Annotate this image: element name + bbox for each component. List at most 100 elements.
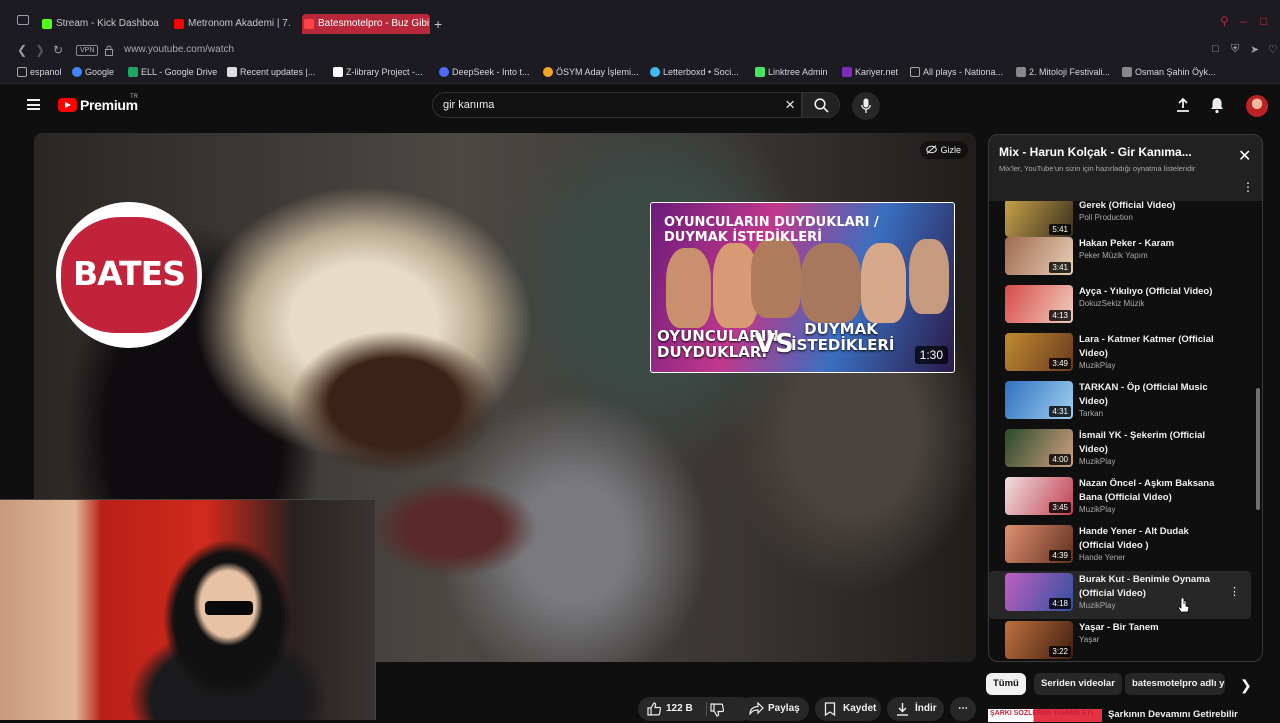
playlist-item[interactable]: 3:22 Yaşar - Bir Tanem Yaşar xyxy=(989,619,1251,661)
video-thumbnail[interactable]: 3:45 xyxy=(1005,477,1073,515)
forward-icon[interactable]: ❯ xyxy=(35,43,45,57)
maximize-button[interactable]: □ xyxy=(1260,14,1267,28)
playlist-item[interactable]: 4:18 Burak Kut - Benimle Oynama (Official… xyxy=(989,571,1251,619)
channel-name[interactable]: Poll Production xyxy=(1079,213,1133,222)
tab-batesmotelpro[interactable]: Batesmotelpro - Buz Gibi B xyxy=(302,14,430,34)
more-actions-button[interactable]: ⋯ xyxy=(950,697,976,721)
url-field[interactable]: www.youtube.com/watch xyxy=(124,44,234,55)
video-thumbnail[interactable]: 4:00 xyxy=(1005,429,1073,467)
video-title[interactable]: Ayça - Yıkılıyo (Official Video) xyxy=(1079,285,1224,299)
vpn-badge[interactable]: VPN xyxy=(76,45,99,56)
dislike-icon[interactable] xyxy=(710,703,724,717)
more-vert-icon[interactable]: ⋮ xyxy=(1229,585,1240,598)
send-icon[interactable]: ➤ xyxy=(1250,43,1259,56)
channel-name[interactable]: Tarkan xyxy=(1079,409,1103,418)
channel-name[interactable]: DokuzSekiz Müzik xyxy=(1079,299,1144,308)
bookmark-item[interactable]: Kariyer.net xyxy=(842,67,898,77)
bookmark-item[interactable]: ELL - Google Drive xyxy=(128,67,217,77)
channel-name[interactable]: Hande Yener xyxy=(1079,553,1125,562)
hide-button[interactable]: Gizle xyxy=(920,141,968,159)
sidebar-toggle-icon[interactable] xyxy=(17,15,29,25)
playlist-scrollbar[interactable] xyxy=(1256,388,1260,510)
lock-icon[interactable] xyxy=(105,45,113,56)
video-title[interactable]: Hande Yener - Alt Dudak (Official Video … xyxy=(1079,525,1224,553)
playlist-item[interactable]: 4:13 Ayça - Yıkılıyo (Official Video) Doku… xyxy=(989,283,1251,331)
upload-icon[interactable] xyxy=(1175,97,1191,113)
channel-watermark-logo[interactable]: BATES xyxy=(56,202,202,348)
tab-kick[interactable]: Stream - Kick Dashboa xyxy=(40,14,160,34)
channel-name[interactable]: MuzikPlay xyxy=(1079,457,1115,466)
video-title[interactable]: Lara - Katmer Katmer (Official Video) xyxy=(1079,333,1224,361)
search-input[interactable]: gir kanıma × xyxy=(432,92,802,118)
channel-name[interactable]: MuzikPlay xyxy=(1079,601,1115,610)
video-thumbnail[interactable]: 4:31 xyxy=(1005,381,1073,419)
bookmark-item[interactable]: Google xyxy=(72,67,114,77)
tab-metronom[interactable]: Metronom Akademi | 7. B xyxy=(172,14,292,34)
video-title[interactable]: Nazan Öncel - Aşkım Baksana Bana (Offici… xyxy=(1079,477,1224,505)
reload-icon[interactable]: ↻ xyxy=(53,43,63,57)
back-icon[interactable]: ❮ xyxy=(17,43,27,57)
clear-search-icon[interactable]: × xyxy=(785,95,795,115)
bookmark-item[interactable]: Recent updates |... xyxy=(227,67,315,77)
video-thumbnail[interactable]: 5:41 xyxy=(1005,201,1073,237)
video-thumbnail[interactable]: 4:39 xyxy=(1005,525,1073,563)
close-icon[interactable]: ✕ xyxy=(1238,149,1251,165)
playlist-item[interactable]: 4:00 İsmail YK - Şekerim (Official Video)… xyxy=(989,427,1251,475)
youtube-logo-icon[interactable] xyxy=(58,98,77,112)
notifications-icon[interactable] xyxy=(1209,96,1225,114)
playlist-item[interactable]: 3:45 Nazan Öncel - Aşkım Baksana Bana (Of… xyxy=(989,475,1251,523)
playlist-title[interactable]: Mix - Harun Kolçak - Gir Kanıma... xyxy=(999,145,1192,159)
share-button[interactable]: Paylaş xyxy=(740,697,809,721)
bookmark-item[interactable]: 2. Mitoloji Festivali... xyxy=(1016,67,1110,77)
heart-icon[interactable]: ♡ xyxy=(1268,43,1278,56)
search-tabs-icon[interactable]: ⚲ xyxy=(1220,14,1229,28)
video-title[interactable]: Hakan Peker - Karam xyxy=(1079,237,1224,251)
channel-name[interactable]: Peker Müzik Yapım xyxy=(1079,251,1148,260)
endscreen-video-card[interactable]: OYUNCULARIN DUYDUKLARI / DUYMAK İSTEDİKL… xyxy=(650,202,955,373)
video-title[interactable]: İsmail YK - Şekerim (Official Video) xyxy=(1079,429,1224,457)
playlist-item[interactable]: 3:49 Lara - Katmer Katmer (Official Video… xyxy=(989,331,1251,379)
playlist-item[interactable]: 4:31 TARKAN - Öp (Official Music Video) Ta… xyxy=(989,379,1251,427)
video-thumbnail[interactable]: 3:41 xyxy=(1005,237,1073,275)
search-icon xyxy=(814,98,829,113)
playlist-item[interactable]: 3:41 Hakan Peker - Karam Peker Müzik Yapım xyxy=(989,235,1251,283)
video-title[interactable]: Gerek (Official Video) xyxy=(1079,201,1224,213)
video-title[interactable]: Yaşar - Bir Tanem xyxy=(1079,621,1224,635)
channel-name[interactable]: Yaşar xyxy=(1079,635,1099,644)
channel-name[interactable]: MuzikPlay xyxy=(1079,361,1115,370)
bookmark-item[interactable]: All plays - Nationa... xyxy=(910,67,1003,77)
like-icon[interactable] xyxy=(647,702,661,716)
chevron-right-icon[interactable]: ❯ xyxy=(1240,677,1252,694)
video-thumbnail[interactable]: 4:18 xyxy=(1005,573,1073,611)
chip-channel-videos[interactable]: batesmotelpro adlı yü xyxy=(1125,673,1225,695)
shield-icon[interactable]: ⛨ xyxy=(1231,43,1239,56)
chip-all[interactable]: Tümü xyxy=(986,673,1026,695)
more-vert-icon[interactable]: ⋮ xyxy=(1242,181,1254,193)
minimize-button[interactable]: – xyxy=(1240,14,1247,28)
bookmark-item[interactable]: Linktree Admin xyxy=(755,67,828,77)
bookmark-item[interactable]: Osman Şahin Öyk... xyxy=(1122,67,1216,77)
like-count[interactable]: 122 B xyxy=(666,703,693,714)
search-button[interactable] xyxy=(802,92,840,118)
download-button[interactable]: İndir xyxy=(887,697,944,721)
suggested-video-row[interactable]: ŞARKI SÖZLERİNİ TAHMİN ET! Şarkının Deva… xyxy=(988,707,1280,723)
video-title[interactable]: Burak Kut - Benimle Oynama (Official Vid… xyxy=(1079,573,1224,601)
bookmark-item[interactable]: DeepSeek - Into t... xyxy=(439,67,530,77)
channel-name[interactable]: MuzikPlay xyxy=(1079,505,1115,514)
video-title[interactable]: TARKAN - Öp (Official Music Video) xyxy=(1079,381,1224,409)
chip-series-videos[interactable]: Seriden videolar xyxy=(1034,673,1122,695)
bookmark-item[interactable]: Z-library Project -... xyxy=(333,67,423,77)
snapshot-icon[interactable]: □ xyxy=(1212,43,1219,55)
bookmark-item[interactable]: espanol xyxy=(17,67,62,77)
video-thumbnail[interactable]: 3:49 xyxy=(1005,333,1073,371)
playlist-item[interactable]: 4:39 Hande Yener - Alt Dudak (Official Vi… xyxy=(989,523,1251,571)
voice-search-button[interactable] xyxy=(852,92,880,120)
save-button[interactable]: Kaydet xyxy=(815,697,881,721)
menu-icon[interactable] xyxy=(27,99,40,110)
video-thumbnail[interactable]: 4:13 xyxy=(1005,285,1073,323)
new-tab-button[interactable]: + xyxy=(434,14,442,34)
video-thumbnail[interactable]: 3:22 xyxy=(1005,621,1073,659)
avatar[interactable] xyxy=(1246,95,1268,117)
bookmark-item[interactable]: ÖSYM Aday İşlemi... xyxy=(543,67,639,77)
bookmark-item[interactable]: Letterboxd • Soci... xyxy=(650,67,739,77)
